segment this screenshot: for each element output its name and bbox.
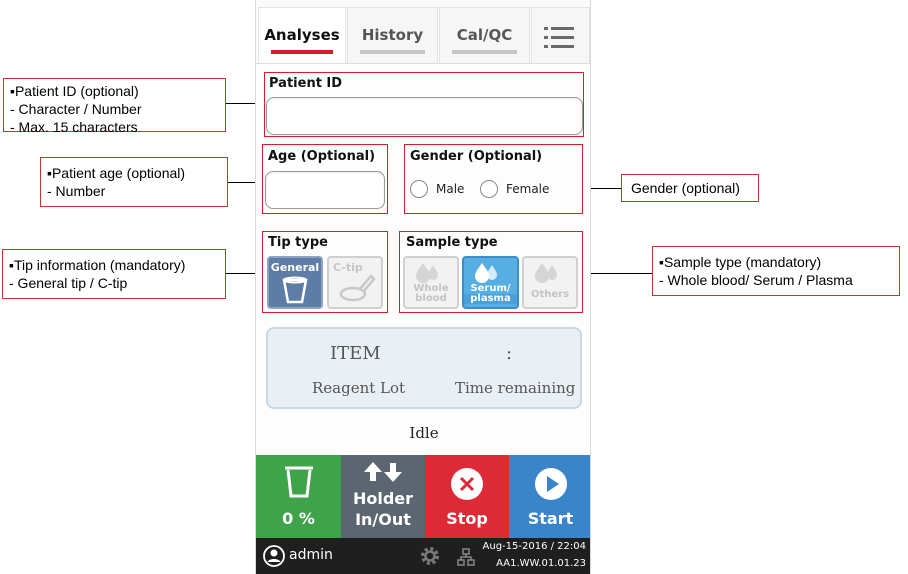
patient-age-callout: ▪Patient age (optional) - Number [40, 157, 228, 207]
patient-id-highlight [264, 72, 584, 137]
network-icon[interactable] [457, 548, 475, 566]
device-state-text: Idle [409, 424, 439, 442]
gender-callout: Gender (optional) [621, 174, 759, 202]
waste-percent: 0 % [282, 509, 315, 528]
holder-label-line1: Holder [352, 489, 414, 508]
stop-button[interactable]: Stop [425, 455, 509, 538]
tab-cal-qc[interactable]: Cal/QC [439, 7, 530, 63]
callout-line: - Number [47, 183, 106, 199]
tab-label: Analyses [264, 26, 340, 44]
user-icon[interactable] [263, 545, 285, 567]
callout-line: Gender (optional) [631, 180, 740, 196]
tab-analyses[interactable]: Analyses [258, 7, 346, 63]
tab-bar: Analyses History Cal/QC [256, 0, 590, 64]
start-label: Start [527, 509, 574, 528]
user-name[interactable]: admin [289, 547, 333, 563]
tab-label: Cal/QC [456, 26, 513, 44]
tab-indicator [360, 50, 425, 54]
firmware-version: AA1.WW.01.01.23 [496, 558, 586, 569]
play-icon [535, 468, 567, 500]
waste-button[interactable]: 0 % [256, 455, 341, 538]
up-down-arrows-icon [364, 462, 402, 482]
item-separator: : [506, 343, 513, 364]
tab-history[interactable]: History [347, 7, 438, 63]
start-button[interactable]: Start [509, 455, 590, 538]
datetime: Aug-15-2016 / 22:04 [482, 541, 586, 552]
gender-highlight [404, 144, 583, 214]
tip-type-highlight [262, 231, 388, 313]
tab-indicator [271, 50, 333, 54]
holder-label-line2: In/Out [355, 510, 411, 529]
tab-divider [256, 63, 590, 64]
status-bar: admin Aug-15-2016 / 22:04 AA1.WW.01.01.2… [256, 538, 590, 574]
callout-line: - Whole blood/ Serum / Plasma [659, 272, 853, 288]
callout-line: - Character / Number [10, 101, 142, 117]
trash-icon [285, 466, 313, 498]
item-label: ITEM [330, 343, 381, 364]
list-menu-icon[interactable] [544, 27, 574, 49]
callout-line: - General tip / C-tip [9, 275, 128, 291]
callout-line: ▪Patient age (optional) [47, 165, 186, 181]
assay-status-panel: ITEM : Reagent Lot Time remaining [266, 327, 582, 409]
callout-line: ▪Sample type (mandatory) [659, 254, 822, 270]
holder-in-out-button[interactable]: Holder In/Out [341, 455, 425, 538]
reagent-lot-label: Reagent Lot [312, 379, 406, 397]
callout-line: ▪Patient ID (optional) [10, 83, 139, 99]
stop-x-icon [451, 468, 483, 500]
tab-indicator [452, 50, 517, 54]
sample-type-highlight [399, 231, 583, 313]
patient-id-callout: ▪Patient ID (optional) - Character / Num… [3, 78, 226, 135]
time-remaining-label: Time remaining [455, 379, 576, 397]
tab-label: History [361, 26, 424, 44]
sample-type-callout: ▪Sample type (mandatory) - Whole blood/ … [652, 246, 900, 296]
callout-line: ▪Tip information (mandatory) [9, 257, 186, 273]
age-highlight [262, 144, 388, 214]
gear-icon[interactable] [419, 545, 441, 567]
callout-line: - Max. 15 characters [10, 119, 138, 135]
connector-line [583, 273, 652, 274]
tip-info-callout: ▪Tip information (mandatory) - General t… [2, 249, 226, 299]
stop-label: Stop [446, 509, 488, 528]
